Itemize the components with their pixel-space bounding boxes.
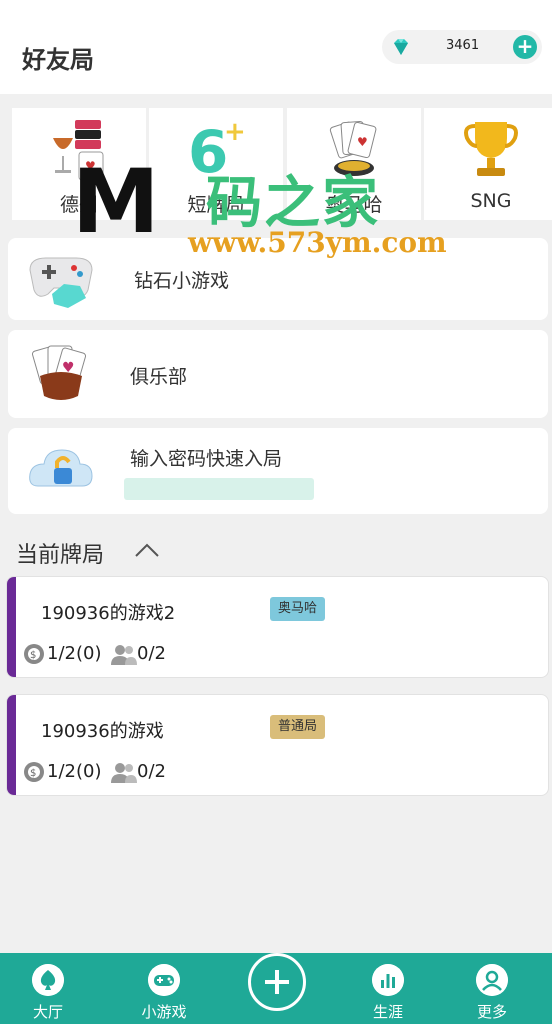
- svg-text:♥: ♥: [85, 159, 96, 173]
- diamond-balance[interactable]: 3461 +: [382, 30, 542, 64]
- nav-label: 更多: [476, 1003, 507, 1021]
- game-type-tag: 普通局: [270, 715, 326, 739]
- game-card[interactable]: 190936的游戏2 奥马哈 $ 1/2(0) 0/2: [6, 576, 549, 678]
- diamond-icon: [394, 39, 408, 55]
- plus-icon: [265, 970, 289, 994]
- mode-texas[interactable]: ♥ 德州: [12, 108, 146, 220]
- mode-sng[interactable]: SNG: [424, 108, 552, 220]
- chip-icon: $: [24, 644, 44, 664]
- spade-icon: [32, 964, 64, 996]
- cloud-lock-icon: [29, 449, 93, 487]
- nav-mini-games[interactable]: 小游戏: [118, 953, 210, 1024]
- gamepad-icon: [29, 257, 93, 308]
- mode-label: 德州: [59, 194, 98, 216]
- svg-text:6: 6: [188, 118, 228, 182]
- bar-chart-icon: [372, 964, 404, 996]
- people-icon: [111, 763, 137, 783]
- create-game-button[interactable]: [248, 953, 306, 1011]
- nav-career[interactable]: 生涯: [342, 953, 434, 1024]
- bottom-nav: 大厅 小游戏 生涯 更多: [0, 953, 552, 1024]
- nav-label: 大厅: [32, 1003, 63, 1021]
- menu-label: 俱乐部: [130, 366, 188, 388]
- plus-icon[interactable]: +: [513, 35, 537, 59]
- nav-lobby[interactable]: 大厅: [2, 953, 94, 1024]
- wine-chips-icon: ♥: [53, 120, 104, 181]
- svg-text:$: $: [30, 768, 36, 779]
- svg-text:$: $: [30, 650, 36, 661]
- people-icon: [111, 645, 137, 665]
- mode-omaha[interactable]: ♥ 奥马哈: [287, 108, 421, 220]
- card-accent: [7, 695, 16, 795]
- cards-chips-icon: ♥: [329, 120, 377, 176]
- game-card[interactable]: 190936的游戏 普通局 $ 1/2(0) 0/2: [6, 694, 549, 796]
- blinds-text: 1/2(0): [47, 761, 102, 782]
- game-name: 190936的游戏: [41, 721, 164, 742]
- game-name: 190936的游戏2: [41, 603, 176, 624]
- menu-label: 钻石小游戏: [134, 270, 230, 292]
- chevron-up-icon[interactable]: [133, 540, 161, 560]
- players-text: 0/2: [137, 643, 166, 664]
- nav-more[interactable]: 更多: [446, 953, 538, 1024]
- trophy-icon: [464, 122, 518, 176]
- menu-club[interactable]: ♥ 俱乐部: [8, 330, 548, 418]
- svg-text:+: +: [224, 117, 246, 147]
- cards-icon: ♥: [31, 345, 87, 400]
- game-mode-row: ♥ 德州 6 + 短牌局 ♥ 奥马哈 SNG: [12, 108, 552, 220]
- gamepad-icon: [148, 964, 180, 996]
- section-title: 当前牌局: [16, 543, 105, 568]
- svg-text:♥: ♥: [357, 135, 368, 149]
- password-dots: [124, 478, 314, 500]
- nav-label: 小游戏: [141, 1003, 187, 1021]
- chip-icon: $: [24, 762, 44, 782]
- players-text: 0/2: [137, 761, 166, 782]
- page-title: 好友局: [22, 46, 94, 74]
- user-icon: [476, 964, 508, 996]
- mode-label: SNG: [470, 190, 512, 212]
- header: 好友局 3461 +: [0, 0, 552, 94]
- mode-label: 奥马哈: [325, 194, 383, 216]
- game-type-tag: 奥马哈: [270, 597, 326, 621]
- diamond-count: 3461: [446, 38, 480, 53]
- mode-label: 短牌局: [187, 194, 245, 216]
- six-plus-icon: 6 +: [188, 117, 246, 182]
- nav-label: 生涯: [372, 1003, 403, 1021]
- menu-diamond-games[interactable]: 钻石小游戏: [8, 238, 548, 320]
- blinds-text: 1/2(0): [47, 643, 102, 664]
- card-accent: [7, 577, 16, 677]
- mode-short-deck[interactable]: 6 + 短牌局: [149, 108, 283, 220]
- menu-label: 输入密码快速入局: [130, 448, 283, 470]
- menu-password-join[interactable]: 输入密码快速入局: [8, 428, 548, 514]
